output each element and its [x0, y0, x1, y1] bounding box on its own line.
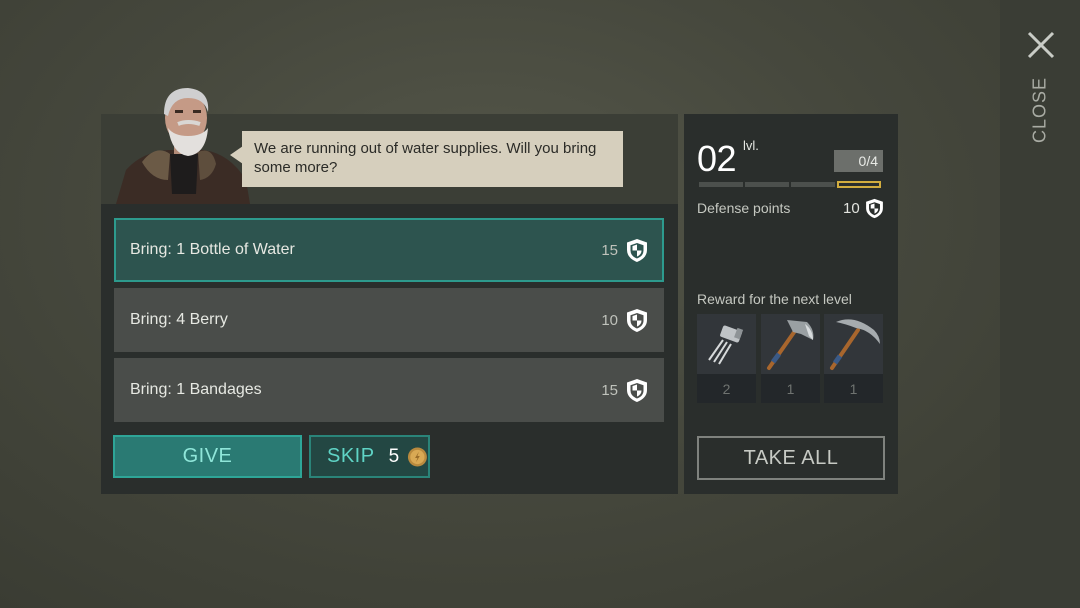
reward-count: 1: [786, 380, 795, 397]
progress-segment: [791, 182, 835, 187]
progress-segment: [745, 182, 789, 187]
close-label[interactable]: CLOSE: [1030, 77, 1051, 143]
defense-points-label: Defense points: [697, 200, 791, 216]
quest-label: Bring: 4 Berry: [130, 311, 228, 328]
quest-label: Bring: 1 Bottle of Water: [130, 241, 295, 258]
quest-reward: 15: [601, 238, 648, 263]
coin-icon: [408, 447, 428, 466]
progress-segment-current: [837, 181, 881, 188]
defense-points-value: 10: [843, 200, 860, 217]
shield-icon: [627, 308, 647, 332]
npc-speech-bubble: We are running out of water supplies. Wi…: [242, 131, 623, 187]
shield-icon: [627, 378, 647, 402]
quest-option-water[interactable]: Bring: 1 Bottle of Water 15: [114, 218, 664, 282]
quest-option-berry[interactable]: Bring: 4 Berry 10: [114, 288, 664, 352]
defense-points: 10: [843, 198, 884, 219]
shield-icon: [865, 198, 883, 219]
pickaxe-icon: [824, 314, 883, 374]
quest-reward: 10: [601, 308, 648, 333]
level-progress-counter: 0/4: [834, 150, 883, 172]
skip-button[interactable]: SKIP 5: [309, 435, 430, 478]
reward-slot-hatchet[interactable]: 1: [761, 314, 820, 403]
reward-count: 2: [722, 380, 731, 397]
reward-label: Reward for the next level: [697, 291, 852, 307]
close-x-icon[interactable]: [1026, 30, 1056, 60]
quest-reward: 15: [601, 378, 648, 403]
give-button[interactable]: GIVE: [113, 435, 302, 478]
hatchet-icon: [761, 314, 820, 374]
reward-slot-wires[interactable]: 2: [697, 314, 756, 403]
shield-icon: [627, 238, 647, 262]
level-unit: lvl.: [743, 138, 759, 153]
quest-points-value: 10: [601, 311, 618, 329]
quest-points-value: 15: [601, 381, 618, 399]
skip-cost: 5: [388, 445, 400, 467]
reward-count: 1: [849, 380, 858, 397]
quest-points-value: 15: [601, 241, 618, 259]
npc-portrait: [112, 84, 252, 204]
quest-option-bandages[interactable]: Bring: 1 Bandages 15: [114, 358, 664, 422]
reward-slot-pickaxe[interactable]: 1: [824, 314, 883, 403]
take-all-button[interactable]: TAKE ALL: [697, 436, 885, 480]
quest-label: Bring: 1 Bandages: [130, 381, 262, 398]
progress-segment: [699, 182, 743, 187]
skip-label: SKIP: [327, 445, 375, 467]
wires-icon: [697, 314, 756, 374]
level-number: 02: [697, 138, 737, 179]
